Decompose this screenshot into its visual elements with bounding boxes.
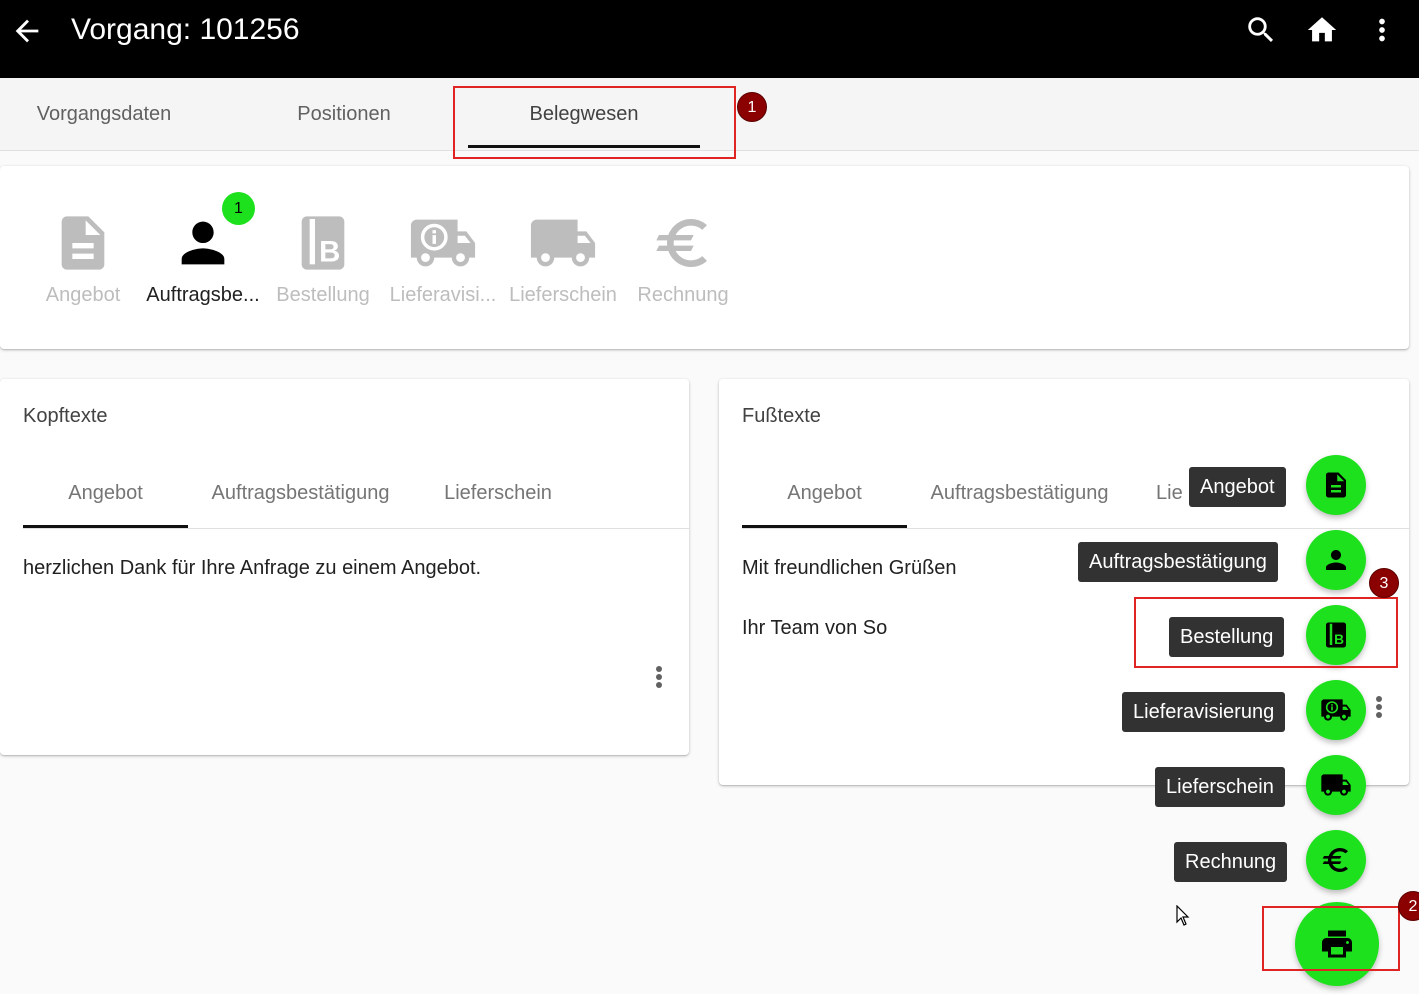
subtab-label: Angebot [787, 482, 862, 504]
delivery-info-icon [1321, 699, 1351, 721]
speed-dial-tooltip[interactable]: Angebot [1189, 467, 1286, 507]
euro-icon [656, 218, 707, 267]
euro-icon [1322, 848, 1348, 872]
more-vert-icon[interactable] [1365, 13, 1399, 47]
doc-label: Lieferavisi... [389, 284, 497, 306]
kopftexte-tab-bar: Angebot Auftragsbestätigung Lieferschein [23, 469, 689, 529]
document-icon [1326, 472, 1346, 498]
search-icon[interactable] [1244, 13, 1278, 47]
subtab-auftragsbestaetigung[interactable]: Auftragsbestätigung [907, 469, 1132, 528]
speed-dial-tooltip[interactable]: Rechnung [1174, 842, 1288, 882]
doc-item-auftragsbestaetigung[interactable]: Auftragsbe... [143, 208, 263, 318]
doc-item-angebot[interactable]: Angebot [23, 208, 143, 318]
active-tab-indicator [468, 145, 700, 148]
print-fab-button[interactable] [1295, 902, 1379, 986]
fusstext-line[interactable]: Ihr Team von So [742, 617, 887, 640]
subtab-lieferschein[interactable]: Lieferschein [423, 469, 573, 528]
subtab-auftragsbestaetigung[interactable]: Auftragsbestätigung [188, 469, 413, 528]
more-vert-icon[interactable] [1373, 694, 1385, 724]
subtab-angebot[interactable]: Angebot [742, 469, 907, 528]
page-title: Vorgang: 101256 [71, 13, 300, 46]
doc-label: Angebot [45, 284, 121, 306]
subtab-angebot[interactable]: Angebot [23, 469, 188, 528]
order-b-icon: B [301, 216, 345, 270]
tab-label: Vorgangsdaten [36, 103, 172, 125]
speed-dial-tooltip[interactable]: Lieferschein [1155, 767, 1285, 807]
document-types-card: Angebot Auftragsbe... 1 B Bestellung Lie… [0, 166, 1409, 349]
annotation-marker: 2 [1398, 891, 1419, 921]
doc-label: Rechnung [637, 284, 729, 306]
fusstext-line[interactable]: Mit freundlichen Grüßen [742, 557, 957, 580]
active-tab-indicator [23, 525, 188, 528]
speed-dial-lieferschein-button[interactable] [1306, 755, 1366, 815]
annotation-marker: 3 [1369, 568, 1399, 598]
svg-text:B: B [1334, 632, 1344, 647]
doc-item-rechnung[interactable]: Rechnung [623, 208, 743, 318]
svg-text:B: B [319, 236, 340, 269]
kopftexte-card: Kopftexte Angebot Auftragsbestätigung Li… [0, 379, 689, 755]
main-tab-bar: Vorgangsdaten Positionen Belegwesen [0, 78, 1419, 151]
tab-label: Belegwesen [529, 103, 639, 125]
document-icon [61, 216, 105, 270]
print-icon [1322, 930, 1352, 958]
mouse-cursor-icon [1176, 905, 1190, 926]
speed-dial-bestellung-button[interactable]: B [1306, 605, 1366, 665]
doc-label: Lieferschein [509, 284, 617, 306]
subtab-label: Auftragsbestätigung [930, 482, 1109, 504]
speed-dial-tooltip[interactable]: Lieferavisierung [1122, 692, 1286, 732]
subtab-label: Angebot [68, 482, 143, 504]
annotation-marker: 1 [737, 92, 767, 122]
speed-dial-lieferavisierung-button[interactable] [1306, 680, 1366, 740]
speed-dial-tooltip[interactable]: Auftragsbestätigung [1078, 542, 1278, 582]
doc-label: Auftragsbe... [146, 284, 260, 306]
app-bar: Vorgang: 101256 [0, 0, 1419, 78]
speed-dial-tooltip[interactable]: Bestellung [1169, 617, 1285, 657]
order-b-icon: B [1326, 622, 1346, 648]
speed-dial-auftragsbestaetigung-button[interactable] [1306, 530, 1366, 590]
more-vert-icon[interactable] [653, 664, 665, 694]
subtab-label: Lieferschein [444, 482, 552, 504]
doc-item-lieferavisierung[interactable]: Lieferavisi... [383, 208, 503, 318]
tab-label: Positionen [297, 103, 391, 125]
subtab-label: Auftragsbestätigung [211, 482, 390, 504]
arrow-back-icon[interactable] [10, 14, 44, 48]
tab-positionen[interactable]: Positionen [224, 78, 464, 150]
fusstexte-card: Fußtexte Angebot Auftragsbestätigung Lie… [719, 379, 1409, 785]
tab-vorgangsdaten[interactable]: Vorgangsdaten [0, 78, 224, 150]
active-tab-indicator [742, 525, 907, 528]
doc-item-lieferschein[interactable]: Lieferschein [503, 208, 623, 318]
kopftext-content[interactable]: herzlichen Dank für Ihre Anfrage zu eine… [23, 557, 481, 580]
card-title: Fußtexte [742, 405, 821, 427]
subtab-label: Lie [1156, 482, 1183, 504]
card-title: Kopftexte [23, 405, 108, 427]
doc-label: Bestellung [276, 284, 370, 306]
doc-item-bestellung[interactable]: B Bestellung [263, 208, 383, 318]
count-badge: 1 [222, 192, 255, 225]
person-icon [1326, 550, 1346, 570]
truck-icon [530, 219, 596, 267]
delivery-info-icon [410, 219, 476, 267]
home-icon[interactable] [1305, 13, 1339, 47]
truck-icon [1321, 774, 1351, 796]
tab-belegwesen[interactable]: Belegwesen [464, 78, 704, 150]
speed-dial-rechnung-button[interactable] [1306, 830, 1366, 890]
speed-dial-angebot-button[interactable] [1306, 455, 1366, 515]
